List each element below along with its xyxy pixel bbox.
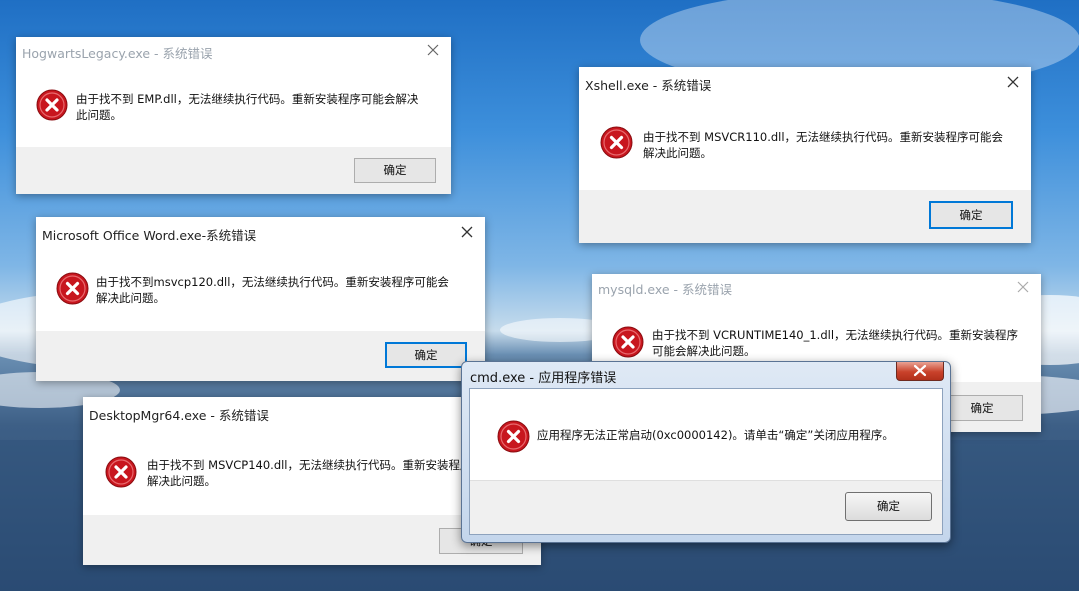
error-message: 应用程序无法正常启动(0xc0000142)。请单击“确定”关闭应用程序。 <box>537 428 894 442</box>
title-bar[interactable]: Microsoft Office Word.exe-系统错误 <box>36 217 485 247</box>
ok-button[interactable]: 确定 <box>929 201 1013 229</box>
dialog-title: mysqld.exe - 系统错误 <box>598 282 733 297</box>
error-icon <box>36 89 68 125</box>
error-icon <box>600 126 633 163</box>
dialog-footer: 确定 <box>470 480 942 534</box>
error-message: 由于找不到 EMP.dll，无法继续执行代码。重新安装程序可能会解决此问题。 <box>76 92 419 122</box>
close-button[interactable] <box>896 362 944 381</box>
close-icon[interactable] <box>423 40 443 60</box>
dialog-title: Microsoft Office Word.exe-系统错误 <box>42 228 257 243</box>
error-icon <box>56 272 89 309</box>
dialog-footer: 确定 <box>16 147 451 194</box>
error-icon <box>105 456 137 492</box>
dialog-xshell: Xshell.exe - 系统错误 由于找不到 MSVCR110.dll，无法继… <box>579 67 1031 243</box>
dialog-footer: 确定 <box>579 190 1031 243</box>
dialog-cmd: cmd.exe - 应用程序错误 应用程序无法正常启动(0xc0000142)。… <box>461 361 951 543</box>
close-icon[interactable] <box>1013 277 1033 297</box>
dialog-hogwarts: HogwartsLegacy.exe - 系统错误 由于找不到 EMP.dll，… <box>16 37 451 194</box>
ok-button[interactable]: 确定 <box>354 158 436 183</box>
title-bar[interactable]: mysqld.exe - 系统错误 <box>592 274 1041 304</box>
error-message: 由于找不到 VCRUNTIME140_1.dll，无法继续执行代码。重新安装程序… <box>652 328 1019 358</box>
error-message: 由于找不到msvcp120.dll，无法继续执行代码。重新安装程序可能会解决此问… <box>96 275 449 305</box>
dialog-title: cmd.exe - 应用程序错误 <box>470 371 617 386</box>
error-icon <box>497 420 530 457</box>
title-bar[interactable]: HogwartsLegacy.exe - 系统错误 <box>16 37 451 67</box>
dialog-title: DesktopMgr64.exe - 系统错误 <box>89 408 269 423</box>
ok-button[interactable]: 确定 <box>845 492 932 521</box>
error-message: 由于找不到 MSVCR110.dll，无法继续执行代码。重新安装程序可能会解决此… <box>643 130 1004 160</box>
dialog-title: Xshell.exe - 系统错误 <box>585 78 712 93</box>
dialog-footer: 确定 <box>36 331 485 381</box>
dialog-client: 应用程序无法正常启动(0xc0000142)。请单击“确定”关闭应用程序。 确定 <box>469 388 943 535</box>
close-icon[interactable] <box>457 222 477 242</box>
dialog-title: HogwartsLegacy.exe - 系统错误 <box>22 46 213 61</box>
dialog-word: Microsoft Office Word.exe-系统错误 由于找不到msvc… <box>36 217 485 381</box>
close-icon[interactable] <box>1003 72 1023 92</box>
title-bar[interactable]: Xshell.exe - 系统错误 <box>579 67 1031 97</box>
ok-button[interactable]: 确定 <box>385 342 467 368</box>
ok-button[interactable]: 确定 <box>941 395 1023 421</box>
error-icon <box>612 326 644 362</box>
close-icon <box>913 364 927 377</box>
